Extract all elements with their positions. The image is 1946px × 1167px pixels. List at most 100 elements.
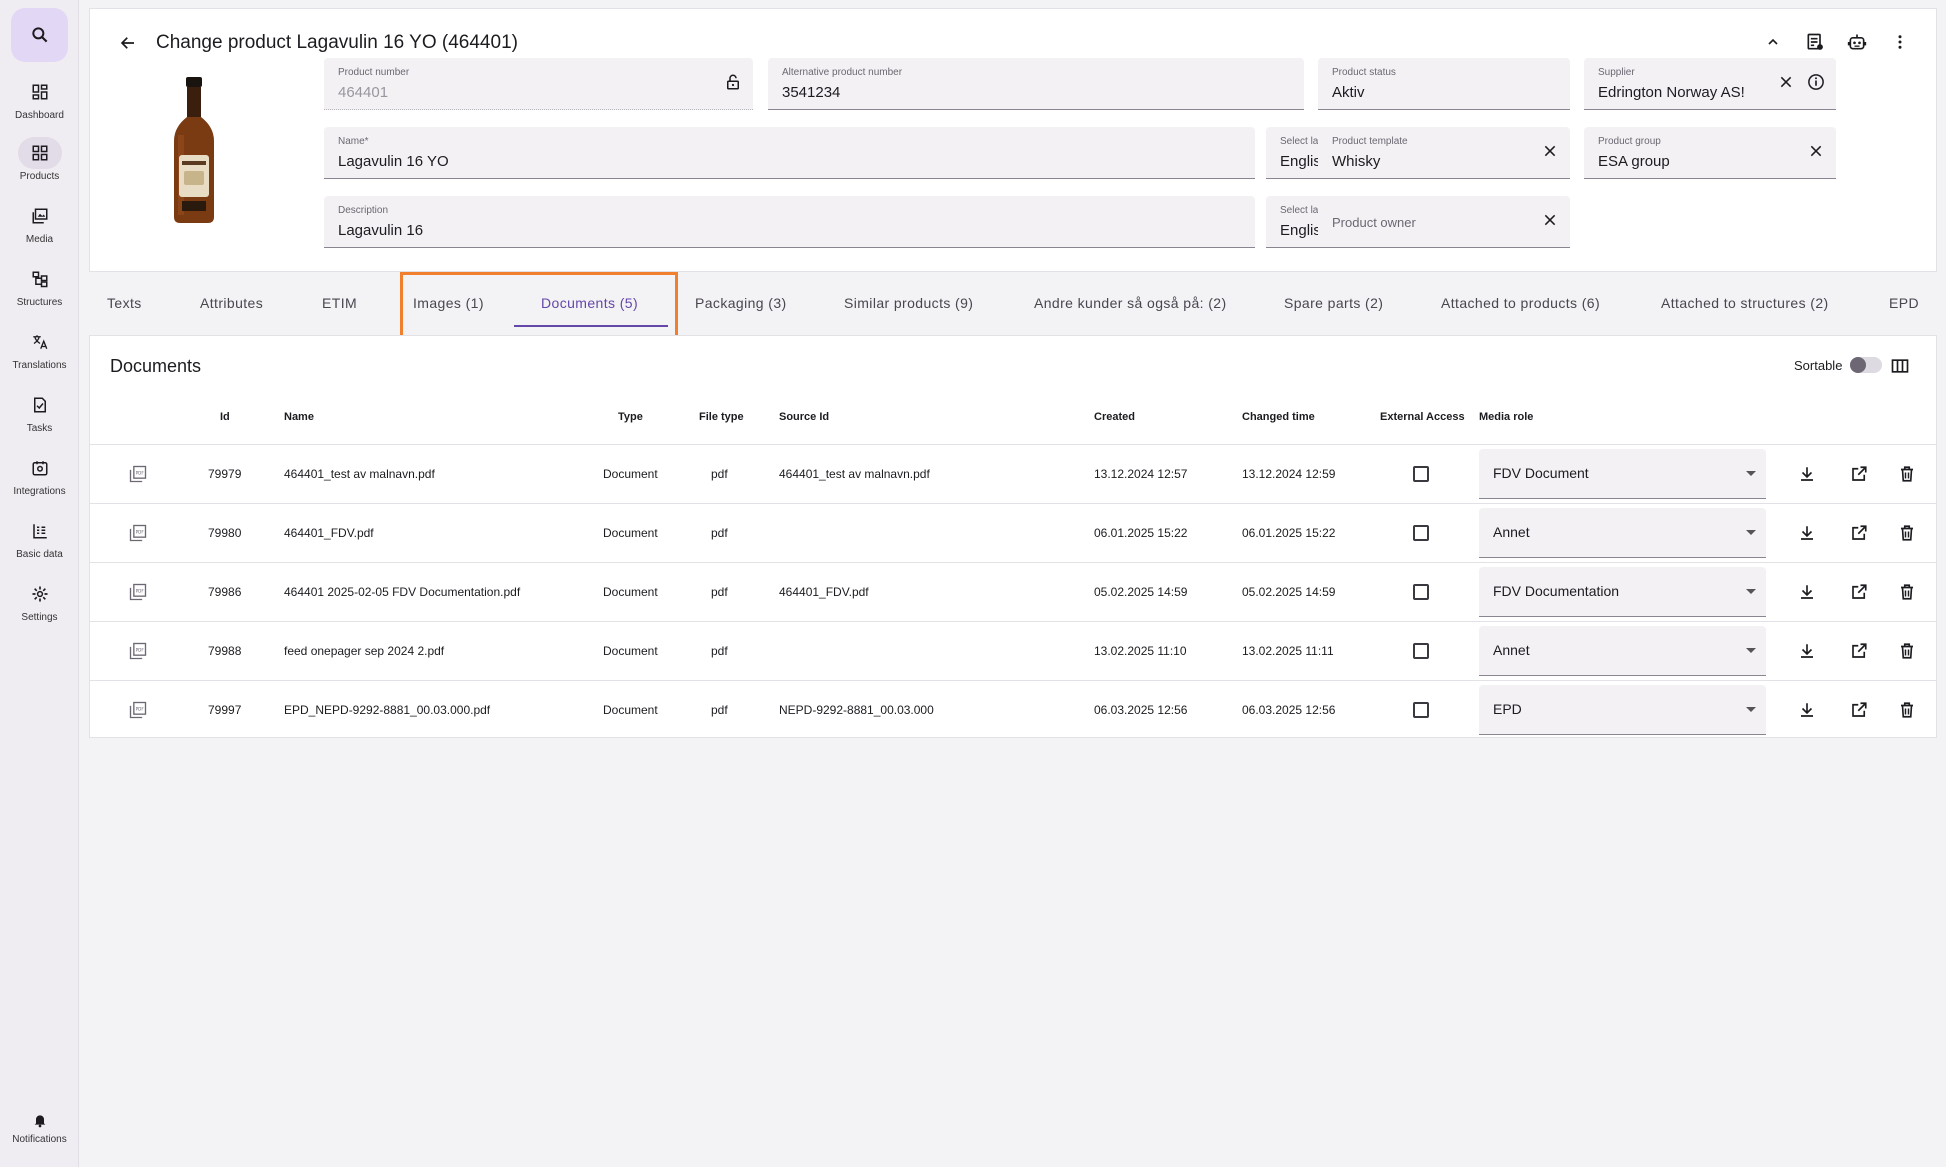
- clear-supplier-button[interactable]: [1776, 72, 1796, 92]
- lock-button[interactable]: [723, 72, 743, 92]
- sidebar-item-media[interactable]: Media: [0, 200, 79, 245]
- cell-changed: 13.12.2024 12:59: [1242, 467, 1336, 481]
- external-access-checkbox[interactable]: [1413, 445, 1429, 503]
- delete-button[interactable]: [1895, 462, 1919, 486]
- sidebar-item-translations[interactable]: Translations: [0, 326, 79, 371]
- field-value: Lagavulin 16: [338, 222, 424, 239]
- open-external-button[interactable]: [1847, 580, 1871, 604]
- product-report-button[interactable]: [1800, 27, 1830, 57]
- tab-texts[interactable]: Texts: [107, 280, 142, 326]
- download-icon: [1801, 703, 1813, 717]
- tab-andre-kunder[interactable]: Andre kunder så også på: (2): [1034, 280, 1227, 326]
- download-button[interactable]: [1795, 521, 1819, 545]
- download-button[interactable]: [1795, 580, 1819, 604]
- column-header-source-id[interactable]: Source Id: [779, 411, 829, 423]
- cell-changed: 06.01.2025 15:22: [1242, 526, 1336, 540]
- column-header-type[interactable]: Type: [618, 411, 643, 423]
- cell-id: 79988: [208, 644, 242, 658]
- media-role-select[interactable]: Annet: [1479, 508, 1766, 558]
- product-owner-field[interactable]: Product owner: [1318, 196, 1570, 248]
- sidebar-item-dashboard[interactable]: Dashboard: [0, 76, 79, 121]
- external-access-checkbox[interactable]: [1413, 563, 1429, 621]
- supplier-info-button[interactable]: [1806, 72, 1826, 92]
- media-role-select[interactable]: EPD: [1479, 685, 1766, 735]
- column-header-id[interactable]: Id: [220, 411, 230, 423]
- tab-packaging[interactable]: Packaging (3): [695, 280, 787, 326]
- table-row[interactable]: PDF 79980 464401_FDV.pdf Document pdf 06…: [90, 503, 1936, 562]
- cell-created: 13.12.2024 12:57: [1094, 467, 1188, 481]
- tab-etim[interactable]: ETIM: [322, 280, 357, 326]
- column-header-name[interactable]: Name: [284, 411, 314, 423]
- external-access-checkbox[interactable]: [1413, 622, 1429, 680]
- table-row[interactable]: PDF 79997 EPD_NEPD-9292-8881_00.03.000.p…: [90, 680, 1936, 739]
- translate-icon: [32, 335, 47, 350]
- sidebar-item-basic-data[interactable]: Basic data: [0, 515, 79, 560]
- sidebar-item-tasks[interactable]: Tasks: [0, 389, 79, 434]
- external-access-checkbox[interactable]: [1413, 504, 1429, 562]
- collapse-button[interactable]: [1758, 27, 1788, 57]
- name-field[interactable]: Name* Lagavulin 16 YO: [324, 127, 1255, 179]
- tab-attributes[interactable]: Attributes: [200, 280, 263, 326]
- back-button[interactable]: [114, 29, 142, 57]
- supplier-field[interactable]: Supplier Edrington Norway AS!: [1584, 58, 1836, 110]
- trash-icon: [1901, 466, 1913, 482]
- download-button[interactable]: [1795, 698, 1819, 722]
- media-role-select[interactable]: Annet: [1479, 626, 1766, 676]
- download-button[interactable]: [1795, 462, 1819, 486]
- media-role-value: FDV Documentation: [1493, 583, 1620, 599]
- sidebar-item-settings[interactable]: Settings: [0, 578, 79, 623]
- column-header-media-role[interactable]: Media role: [1479, 411, 1533, 423]
- alternative-product-number-field[interactable]: Alternative product number 3541234: [768, 58, 1304, 110]
- product-template-field[interactable]: Product template Whisky: [1318, 127, 1570, 179]
- robot-icon: [1847, 34, 1867, 50]
- download-button[interactable]: [1795, 639, 1819, 663]
- column-header-created[interactable]: Created: [1094, 411, 1135, 423]
- product-image[interactable]: [164, 75, 224, 227]
- table-row[interactable]: PDF 79986 464401 2025-02-05 FDV Document…: [90, 562, 1936, 621]
- columns-button[interactable]: [1887, 353, 1913, 379]
- media-role-select[interactable]: FDV Documentation: [1479, 567, 1766, 617]
- ai-assistant-button[interactable]: [1842, 27, 1872, 57]
- column-header-external-access[interactable]: External Access: [1380, 411, 1465, 423]
- delete-button[interactable]: [1895, 521, 1919, 545]
- open-external-button[interactable]: [1847, 639, 1871, 663]
- sortable-toggle[interactable]: Sortable: [1794, 357, 1883, 373]
- delete-button[interactable]: [1895, 698, 1919, 722]
- external-access-checkbox[interactable]: [1413, 681, 1429, 739]
- documents-title: Documents: [110, 356, 202, 376]
- clear-owner-button[interactable]: [1540, 210, 1560, 230]
- cell-type: Document: [603, 585, 658, 599]
- close-icon: [1780, 76, 1792, 88]
- clear-template-button[interactable]: [1540, 141, 1560, 161]
- table-row[interactable]: PDF 79979 464401_test av malnavn.pdf Doc…: [90, 444, 1936, 503]
- clear-group-button[interactable]: [1806, 141, 1826, 161]
- open-external-button[interactable]: [1847, 698, 1871, 722]
- table-row[interactable]: PDF 79988 feed onepager sep 2024 2.pdf D…: [90, 621, 1936, 680]
- delete-button[interactable]: [1895, 580, 1919, 604]
- sidebar-item-structures[interactable]: Structures: [0, 263, 79, 308]
- tab-similar-products[interactable]: Similar products (9): [844, 280, 973, 326]
- delete-button[interactable]: [1895, 639, 1919, 663]
- media-role-select[interactable]: FDV Document: [1479, 449, 1766, 499]
- search-button[interactable]: [11, 8, 68, 62]
- sidebar-item-notifications[interactable]: Notifications: [0, 1108, 79, 1145]
- trash-icon: [1901, 702, 1913, 718]
- products-icon: [32, 145, 47, 161]
- open-external-button[interactable]: [1847, 521, 1871, 545]
- column-header-file-type[interactable]: File type: [699, 411, 744, 423]
- more-options-button[interactable]: [1885, 27, 1915, 57]
- sidebar-item-integrations[interactable]: Integrations: [0, 452, 79, 497]
- cell-file-type: pdf: [711, 703, 728, 717]
- download-icon: [1801, 585, 1813, 599]
- tab-spare-parts[interactable]: Spare parts (2): [1284, 280, 1383, 326]
- product-group-field[interactable]: Product group ESA group: [1584, 127, 1836, 179]
- toggle-switch[interactable]: [1850, 357, 1883, 373]
- description-field[interactable]: Description Lagavulin 16: [324, 196, 1255, 248]
- open-external-button[interactable]: [1847, 462, 1871, 486]
- column-header-changed-time[interactable]: Changed time: [1242, 411, 1315, 423]
- tab-attached-to-products[interactable]: Attached to products (6): [1441, 280, 1600, 326]
- sidebar-item-products[interactable]: Products: [0, 137, 79, 182]
- tab-epd[interactable]: EPD: [1889, 280, 1919, 326]
- product-status-field[interactable]: Product status Aktiv: [1318, 58, 1570, 110]
- tab-attached-to-structures[interactable]: Attached to structures (2): [1661, 280, 1829, 326]
